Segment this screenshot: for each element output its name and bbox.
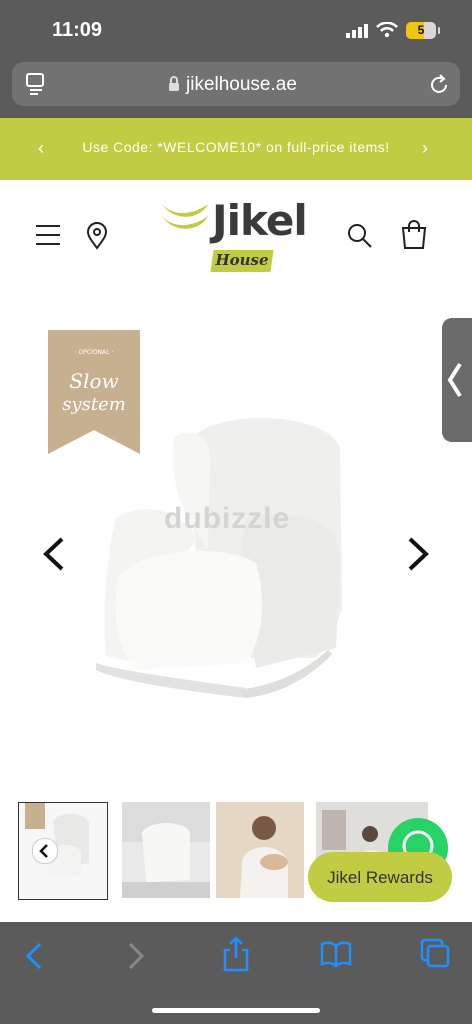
logo-text[interactable]: Jikel <box>212 196 308 245</box>
signal-icon <box>346 24 368 38</box>
chevron-right-icon[interactable] <box>404 536 432 572</box>
thumbnail-2[interactable] <box>122 802 210 898</box>
status-time: 11:09 <box>52 19 103 41</box>
reload-icon[interactable] <box>428 74 450 96</box>
thumbnail-3[interactable] <box>216 802 304 898</box>
thumbnail-room-image <box>122 802 210 898</box>
forward-chevron-right-icon[interactable] <box>124 940 148 972</box>
promo-next-chevron-right-icon[interactable]: › <box>422 138 428 159</box>
wifi-icon <box>376 22 398 38</box>
back-chevron-left-icon[interactable] <box>22 940 46 972</box>
search-icon[interactable] <box>346 222 374 250</box>
share-icon[interactable] <box>222 936 250 972</box>
home-indicator <box>152 1008 320 1013</box>
chevron-left-icon[interactable] <box>40 536 68 572</box>
rewards-label[interactable]: Jikel Rewards <box>308 868 452 888</box>
battery-level: 5 <box>417 23 425 37</box>
product-image-rocking-chair[interactable] <box>96 408 348 698</box>
cart-icon[interactable] <box>400 220 428 250</box>
battery-tip <box>438 27 440 34</box>
lock-icon <box>169 76 179 91</box>
url-text[interactable]: jikelhouse.ae <box>186 74 297 96</box>
reader-icon[interactable] <box>26 72 46 96</box>
location-icon[interactable] <box>86 222 108 250</box>
bookmarks-icon[interactable] <box>320 940 352 968</box>
tag-line-1: Slow <box>69 369 118 393</box>
logo-banana-icon <box>162 204 208 229</box>
logo-subtext: House <box>215 251 269 269</box>
promo-text[interactable]: Use Code: *WELCOME10* on full-price item… <box>0 139 472 155</box>
menu-icon[interactable] <box>36 224 60 246</box>
thumbnail-prev-button[interactable] <box>32 838 58 864</box>
chevron-left-icon <box>39 844 48 858</box>
watermark: dubizzle <box>164 502 291 535</box>
tabs-icon[interactable] <box>420 938 450 968</box>
thumbnail-mother-image <box>216 802 304 898</box>
chevron-left-icon <box>447 362 462 398</box>
battery-indicator: 5 <box>406 22 436 39</box>
tag-small-text: · OPCIONAL · <box>75 349 114 356</box>
